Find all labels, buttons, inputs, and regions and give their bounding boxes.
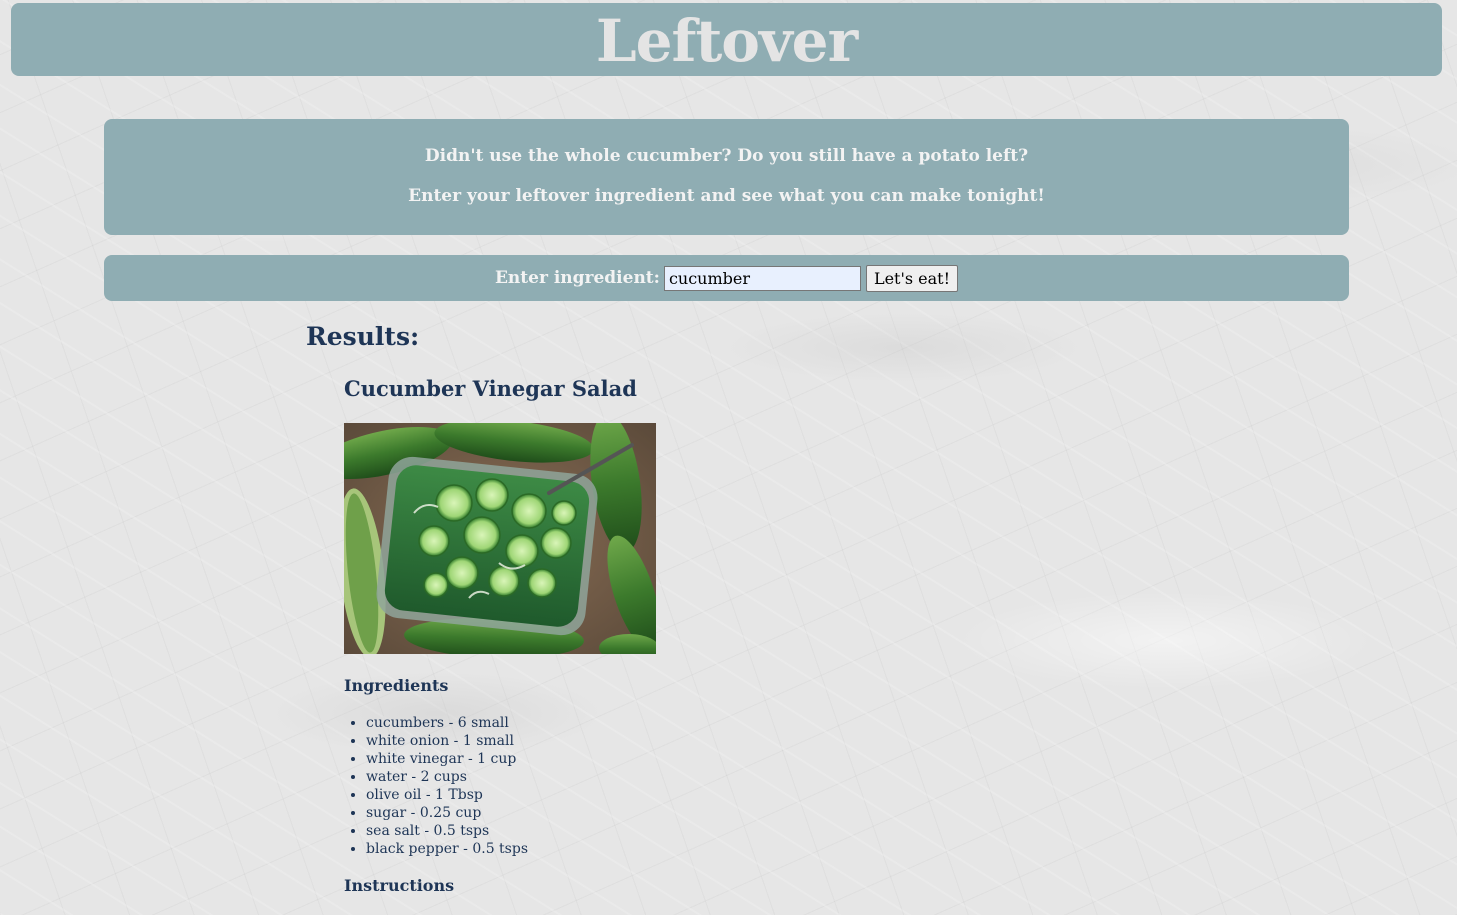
ingredient-label: Enter ingredient: bbox=[494, 268, 660, 288]
results-heading: Results: bbox=[306, 322, 420, 351]
ingredient-input[interactable] bbox=[663, 265, 861, 291]
ingredient-item: black pepper - 0.5 tsps bbox=[366, 840, 944, 858]
intro-panel: Didn't use the whole cucumber? Do you st… bbox=[104, 119, 1349, 235]
lets-eat-button[interactable]: Let's eat! bbox=[865, 264, 959, 292]
ingredient-item: white onion - 1 small bbox=[366, 732, 944, 750]
instructions-heading: Instructions bbox=[344, 876, 455, 895]
recipe-title: Cucumber Vinegar Salad bbox=[344, 376, 637, 401]
ingredient-item: cucumbers - 6 small bbox=[366, 714, 944, 732]
ingredient-item: sea salt - 0.5 tsps bbox=[366, 822, 944, 840]
ingredient-list: cucumbers - 6 small white onion - 1 smal… bbox=[344, 714, 944, 858]
ingredients-heading: Ingredients bbox=[344, 676, 449, 695]
ingredient-item: olive oil - 1 Tbsp bbox=[366, 786, 944, 804]
search-panel: Enter ingredient: Let's eat! bbox=[104, 255, 1349, 301]
intro-text-question: Didn't use the whole cucumber? Do you st… bbox=[424, 146, 1029, 166]
recipe-card: Cucumber Vinegar Salad Ingredients • cuc… bbox=[344, 374, 944, 895]
ingredient-item: white vinegar - 1 cup bbox=[366, 750, 944, 768]
ingredient-item: sugar - 0.25 cup bbox=[366, 804, 944, 822]
app-title: Leftover bbox=[595, 7, 858, 75]
intro-text-instruction: Enter your leftover ingredient and see w… bbox=[408, 186, 1045, 206]
recipe-photo bbox=[344, 423, 656, 654]
ingredient-item: water - 2 cups bbox=[366, 768, 944, 786]
site-header: Leftover bbox=[11, 3, 1442, 76]
